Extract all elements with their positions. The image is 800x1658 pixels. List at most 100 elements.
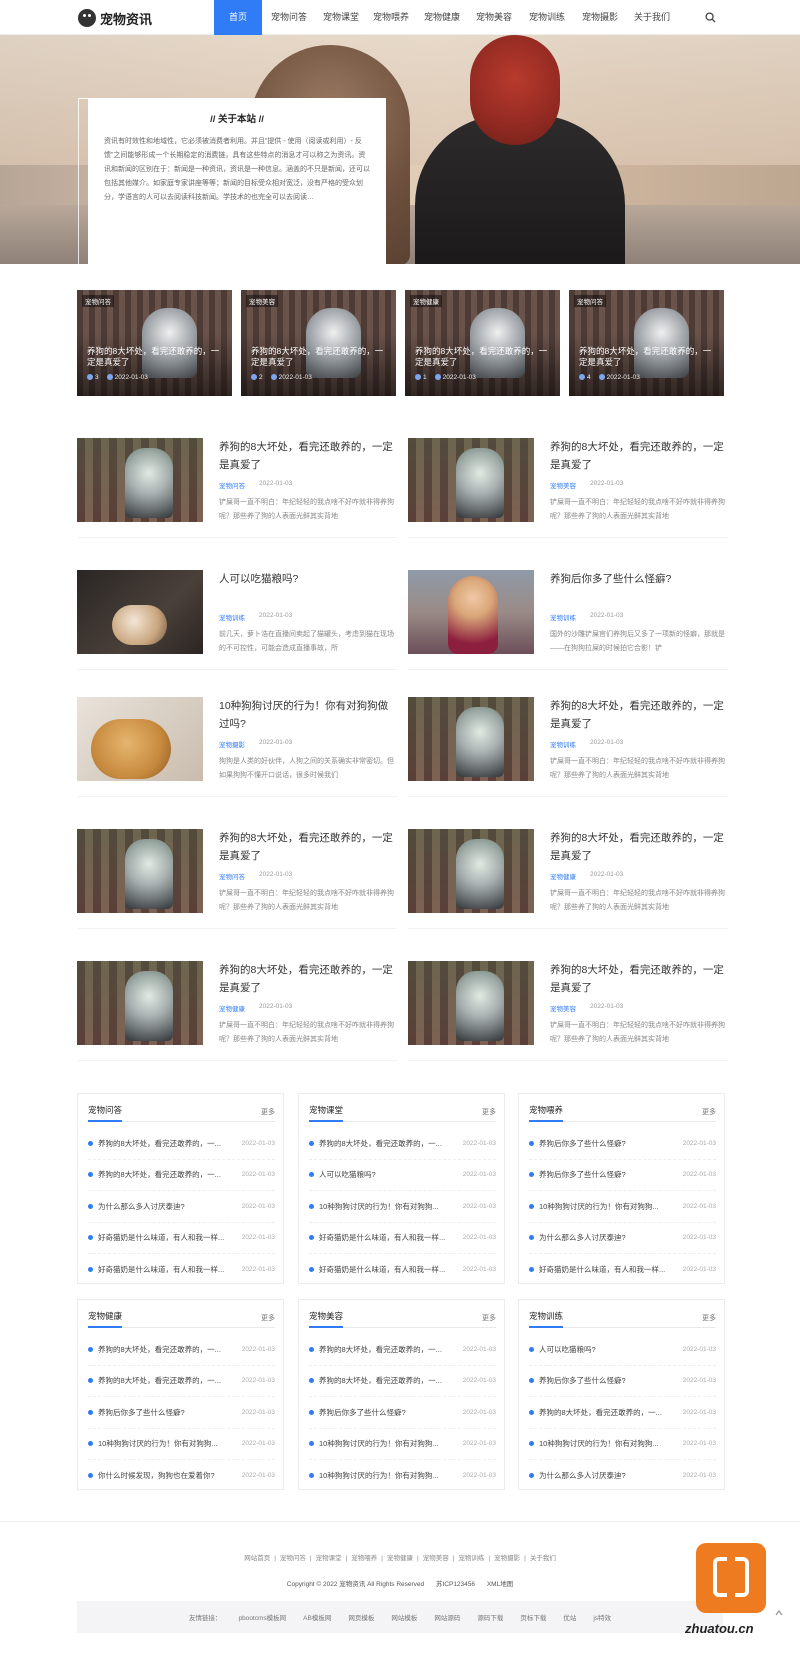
footer-nav-link[interactable]: 关于我们 xyxy=(530,1555,556,1562)
friend-link[interactable]: 网站模板 xyxy=(391,1612,417,1622)
friend-link[interactable]: 优站 xyxy=(563,1612,576,1622)
article-title[interactable]: 养狗的8大坏处，看完还敢养的，一定是真爱了 xyxy=(219,829,397,865)
list-item[interactable]: 养狗的8大坏处，看完还敢养的，一... 2022-01-03 xyxy=(309,1334,496,1366)
more-link[interactable]: 更多 xyxy=(702,1313,716,1323)
nav-item[interactable]: 宠物训练 xyxy=(520,0,574,35)
list-item[interactable]: 10种狗狗讨厌的行为！你有对狗狗... 2022-01-03 xyxy=(309,1429,496,1460)
list-item-title[interactable]: 10种狗狗讨厌的行为！你有对狗狗... xyxy=(319,1201,457,1212)
friend-link[interactable]: 网站源码 xyxy=(434,1612,460,1622)
card-category-tag[interactable]: 宠物美容 xyxy=(246,295,278,307)
card-category-tag[interactable]: 宠物问答 xyxy=(574,295,606,307)
friend-link[interactable]: 源码下载 xyxy=(477,1612,503,1622)
featured-card[interactable]: 宠物美容 养狗的8大坏处，看完还敢养的，一定是真爱了 2 2022-01-03 xyxy=(241,290,396,396)
site-logo[interactable]: 宠物资讯 xyxy=(78,7,152,29)
list-item[interactable]: 养狗的8大坏处，看完还敢养的，一... 2022-01-03 xyxy=(529,1397,716,1429)
friend-link[interactable]: pbootcms模板网 xyxy=(238,1612,286,1622)
list-item-title[interactable]: 为什么那么多人讨厌泰迪? xyxy=(98,1201,236,1212)
nav-item[interactable]: 宠物课堂 xyxy=(316,0,366,35)
friend-link[interactable]: 页标下载 xyxy=(520,1612,546,1622)
featured-card[interactable]: 宠物问答 养狗的8大坏处，看完还敢养的，一定是真爱了 4 2022-01-03 xyxy=(569,290,724,396)
nav-item[interactable]: 首页 xyxy=(214,0,262,35)
article-category[interactable]: 宠物问答 xyxy=(219,480,245,490)
more-link[interactable]: 更多 xyxy=(482,1313,496,1323)
article-thumbnail[interactable] xyxy=(408,961,534,1045)
more-link[interactable]: 更多 xyxy=(261,1313,275,1323)
list-item-title[interactable]: 养狗的8大坏处，看完还敢养的，一... xyxy=(319,1344,457,1355)
icp-link[interactable]: 苏ICP123456 xyxy=(436,1581,475,1588)
card-category-tag[interactable]: 宠物问答 xyxy=(82,295,114,307)
list-item-title[interactable]: 好奇猫奶是什么味道，有人和我一样... xyxy=(319,1264,457,1275)
list-item[interactable]: 好奇猫奶是什么味道，有人和我一样... 2022-01-03 xyxy=(309,1223,496,1254)
article-thumbnail[interactable] xyxy=(77,829,203,913)
footer-nav-link[interactable]: 宠物摄影 xyxy=(494,1555,520,1562)
list-item-title[interactable]: 养狗的8大坏处，看完还敢养的，一... xyxy=(319,1375,457,1386)
list-item-title[interactable]: 养狗后你多了些什么怪癖? xyxy=(319,1407,457,1418)
article-category[interactable]: 宠物训练 xyxy=(550,612,576,622)
article-title[interactable]: 养狗的8大坏处，看完还敢养的，一定是真爱了 xyxy=(219,961,397,997)
list-item-title[interactable]: 养狗后你多了些什么怪癖? xyxy=(98,1407,236,1418)
card-title[interactable]: 养狗的8大坏处，看完还敢养的，一定是真爱了 xyxy=(579,346,717,368)
nav-item[interactable]: 宠物问答 xyxy=(262,0,316,35)
list-item-title[interactable]: 10种狗狗讨厌的行为！你有对狗狗... xyxy=(319,1470,457,1481)
list-item-title[interactable]: 养狗的8大坏处，看完还敢养的，一... xyxy=(98,1169,236,1180)
list-item-title[interactable]: 养狗的8大坏处，看完还敢养的，一... xyxy=(539,1407,677,1418)
list-item[interactable]: 你什么时候发现，狗狗也在爱着你? 2022-01-03 xyxy=(88,1460,275,1492)
list-item-title[interactable]: 好奇猫奶是什么味道，有人和我一样... xyxy=(98,1232,236,1243)
article-thumbnail[interactable] xyxy=(77,438,203,522)
article-item[interactable]: 养狗后你多了些什么怪癖? 宠物训练 2022-01-03 国外的沙雕铲屎官们养狗后又多… xyxy=(408,570,728,670)
article-item[interactable]: 养狗的8大坏处，看完还敢养的，一定是真爱了 宠物训练 2022-01-03 铲屎哥一直… xyxy=(408,697,728,797)
category-box-title[interactable]: 宠物课堂 xyxy=(309,1104,344,1122)
list-item-title[interactable]: 养狗的8大坏处，看完还敢养的，一... xyxy=(319,1138,457,1149)
list-item-title[interactable]: 10种狗狗讨厌的行为！你有对狗狗... xyxy=(98,1438,236,1449)
list-item[interactable]: 10种狗狗讨厌的行为！你有对狗狗... 2022-01-03 xyxy=(529,1191,716,1223)
list-item[interactable]: 好奇猫奶是什么味道，有人和我一样... 2022-01-03 xyxy=(529,1254,716,1286)
friend-link[interactable]: AB模板网 xyxy=(303,1612,331,1622)
list-item[interactable]: 10种狗狗讨厌的行为！你有对狗狗... 2022-01-03 xyxy=(529,1429,716,1460)
card-title[interactable]: 养狗的8大坏处，看完还敢养的，一定是真爱了 xyxy=(87,346,225,368)
footer-nav-link[interactable]: 宠物训练 xyxy=(458,1555,484,1562)
list-item[interactable]: 为什么那么多人讨厌泰迪? 2022-01-03 xyxy=(88,1191,275,1223)
list-item[interactable]: 好奇猫奶是什么味道，有人和我一样... 2022-01-03 xyxy=(309,1254,496,1286)
article-title[interactable]: 养狗的8大坏处，看完还敢养的，一定是真爱了 xyxy=(550,438,728,474)
list-item-title[interactable]: 好奇猫奶是什么味道，有人和我一样... xyxy=(98,1264,236,1275)
article-category[interactable]: 宠物摄影 xyxy=(219,739,245,749)
list-item-title[interactable]: 养狗的8大坏处，看完还敢养的，一... xyxy=(98,1375,236,1386)
friend-link[interactable]: js特效 xyxy=(593,1612,611,1622)
article-category[interactable]: 宠物健康 xyxy=(219,1003,245,1013)
article-category[interactable]: 宠物美容 xyxy=(550,480,576,490)
article-category[interactable]: 宠物健康 xyxy=(550,871,576,881)
footer-nav-link[interactable]: 宠物喂养 xyxy=(351,1555,377,1562)
article-thumbnail[interactable] xyxy=(77,697,203,781)
article-thumbnail[interactable] xyxy=(77,961,203,1045)
article-title[interactable]: 养狗的8大坏处，看完还敢养的，一定是真爱了 xyxy=(219,438,397,474)
list-item[interactable]: 养狗后你多了些什么怪癖? 2022-01-03 xyxy=(529,1160,716,1191)
list-item[interactable]: 养狗的8大坏处，看完还敢养的，一... 2022-01-03 xyxy=(88,1128,275,1160)
list-item[interactable]: 养狗的8大坏处，看完还敢养的，一... 2022-01-03 xyxy=(309,1128,496,1160)
list-item[interactable]: 养狗后你多了些什么怪癖? 2022-01-03 xyxy=(529,1128,716,1160)
article-category[interactable]: 宠物训练 xyxy=(550,739,576,749)
list-item[interactable]: 养狗的8大坏处，看完还敢养的，一... 2022-01-03 xyxy=(88,1160,275,1191)
list-item[interactable]: 10种狗狗讨厌的行为！你有对狗狗... 2022-01-03 xyxy=(309,1191,496,1223)
card-category-tag[interactable]: 宠物健康 xyxy=(410,295,442,307)
nav-item[interactable]: 宠物美容 xyxy=(468,0,520,35)
list-item[interactable]: 好奇猫奶是什么味道，有人和我一样... 2022-01-03 xyxy=(88,1254,275,1286)
category-box-title[interactable]: 宠物喂养 xyxy=(529,1104,564,1122)
more-link[interactable]: 更多 xyxy=(482,1107,496,1117)
nav-item[interactable]: 关于我们 xyxy=(626,0,678,35)
category-box-title[interactable]: 宠物训练 xyxy=(529,1310,564,1328)
friend-link[interactable]: 网页模板 xyxy=(348,1612,374,1622)
category-box-title[interactable]: 宠物健康 xyxy=(88,1310,123,1328)
more-link[interactable]: 更多 xyxy=(261,1107,275,1117)
list-item-title[interactable]: 养狗的8大坏处，看完还敢养的，一... xyxy=(98,1138,236,1149)
nav-item[interactable]: 宠物健康 xyxy=(416,0,468,35)
footer-nav-link[interactable]: 网站首页 xyxy=(244,1555,270,1562)
list-item[interactable]: 10种狗狗讨厌的行为！你有对狗狗... 2022-01-03 xyxy=(88,1429,275,1460)
list-item[interactable]: 养狗的8大坏处，看完还敢养的，一... 2022-01-03 xyxy=(309,1366,496,1397)
list-item-title[interactable]: 好奇猫奶是什么味道，有人和我一样... xyxy=(539,1264,677,1275)
list-item-title[interactable]: 10种狗狗讨厌的行为！你有对狗狗... xyxy=(539,1438,677,1449)
article-thumbnail[interactable] xyxy=(408,570,534,654)
article-item[interactable]: 养狗的8大坏处，看完还敢养的，一定是真爱了 宠物问答 2022-01-03 铲屎哥一直… xyxy=(77,829,397,929)
article-item[interactable]: 养狗的8大坏处，看完还敢养的，一定是真爱了 宠物健康 2022-01-03 铲屎哥一直… xyxy=(77,961,397,1061)
list-item-title[interactable]: 好奇猫奶是什么味道，有人和我一样... xyxy=(319,1232,457,1243)
list-item[interactable]: 养狗后你多了些什么怪癖? 2022-01-03 xyxy=(309,1397,496,1429)
